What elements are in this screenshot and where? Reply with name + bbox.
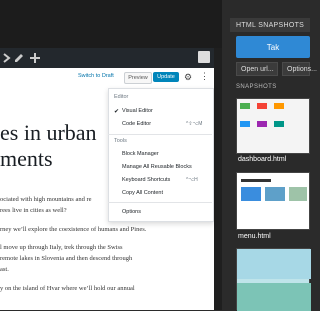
thumb-sea <box>237 283 311 311</box>
post-title-line[interactable]: ments <box>0 146 53 172</box>
menu-separator <box>108 134 212 135</box>
take-snapshot-button[interactable]: Tak <box>236 36 310 58</box>
copy-all-content-item[interactable]: Copy All Content <box>122 190 163 196</box>
panel-title: HTML SNAPSHOTS <box>230 18 310 32</box>
options-button[interactable]: Options... <box>282 62 317 76</box>
code-editor-shortcut: ^⇧⌥M <box>186 121 203 127</box>
thumb-sky <box>237 249 311 279</box>
thumb-block <box>240 121 250 127</box>
paragraph-line[interactable]: remote lakes in Slovenia and then descen… <box>0 255 132 262</box>
more-options-icon[interactable]: ⋮ <box>200 71 209 82</box>
thumb-image <box>265 187 285 201</box>
keyboard-shortcuts-shortcut: ^⌥H <box>186 177 198 183</box>
paragraph-line[interactable]: rney we’ll explore the coexistence of hu… <box>0 226 146 233</box>
snapshot-thumbnail[interactable] <box>236 172 310 230</box>
preview-button[interactable]: Preview <box>124 72 152 84</box>
paragraph-line[interactable]: l move up through Italy, trek through th… <box>0 244 123 251</box>
snapshots-section-title: SNAPSHOTS <box>236 84 277 90</box>
snapshot-thumbnail[interactable] <box>236 248 311 311</box>
menu-section-editor: Editor <box>114 94 129 100</box>
avatar[interactable] <box>198 51 210 63</box>
keyboard-shortcuts-item[interactable]: Keyboard Shortcuts <box>122 177 170 183</box>
menu-separator <box>108 202 212 203</box>
thumb-block <box>274 103 284 109</box>
pencil-icon[interactable] <box>14 53 24 63</box>
visual-editor-item[interactable]: Visual Editor <box>122 108 153 114</box>
post-title-line[interactable]: es in urban <box>0 120 97 146</box>
snapshot-thumbnail[interactable] <box>236 98 310 154</box>
thumb-image <box>241 187 261 201</box>
editor-titlebar <box>0 0 222 48</box>
thumb-block <box>274 121 284 127</box>
thumb-title-bar <box>241 179 271 182</box>
open-url-button[interactable]: Open url... <box>236 62 278 76</box>
manage-reusable-blocks-item[interactable]: Manage All Reusable Blocks <box>122 164 192 170</box>
chevron-right-icon[interactable] <box>2 53 12 63</box>
check-icon: ✔ <box>114 109 120 115</box>
block-manager-item[interactable]: Block Manager <box>122 151 159 157</box>
switch-to-draft-link[interactable]: Switch to Draft <box>78 73 114 79</box>
thumb-image <box>289 187 307 201</box>
options-item[interactable]: Options <box>122 209 141 215</box>
paragraph-line[interactable]: ast. <box>0 266 9 273</box>
paragraph-line[interactable]: ociated with high mountains and re <box>0 196 92 203</box>
thumb-block <box>257 121 267 127</box>
paragraph-line[interactable]: rees live in cities as well? <box>0 207 67 214</box>
gear-icon[interactable]: ⚙ <box>184 72 192 83</box>
paragraph-line[interactable]: y on the island of Hvar where we’ll hold… <box>0 285 135 292</box>
snapshot-name[interactable]: menu.html <box>238 233 271 240</box>
snapshot-name[interactable]: dashboard.html <box>238 156 286 163</box>
thumb-block <box>240 103 250 109</box>
thumb-block <box>257 103 267 109</box>
menu-section-tools: Tools <box>114 138 127 144</box>
wp-admin-toolbar <box>0 48 214 68</box>
update-button[interactable]: Update <box>153 72 179 82</box>
code-editor-item[interactable]: Code Editor <box>122 121 151 127</box>
plus-icon[interactable] <box>30 53 40 63</box>
